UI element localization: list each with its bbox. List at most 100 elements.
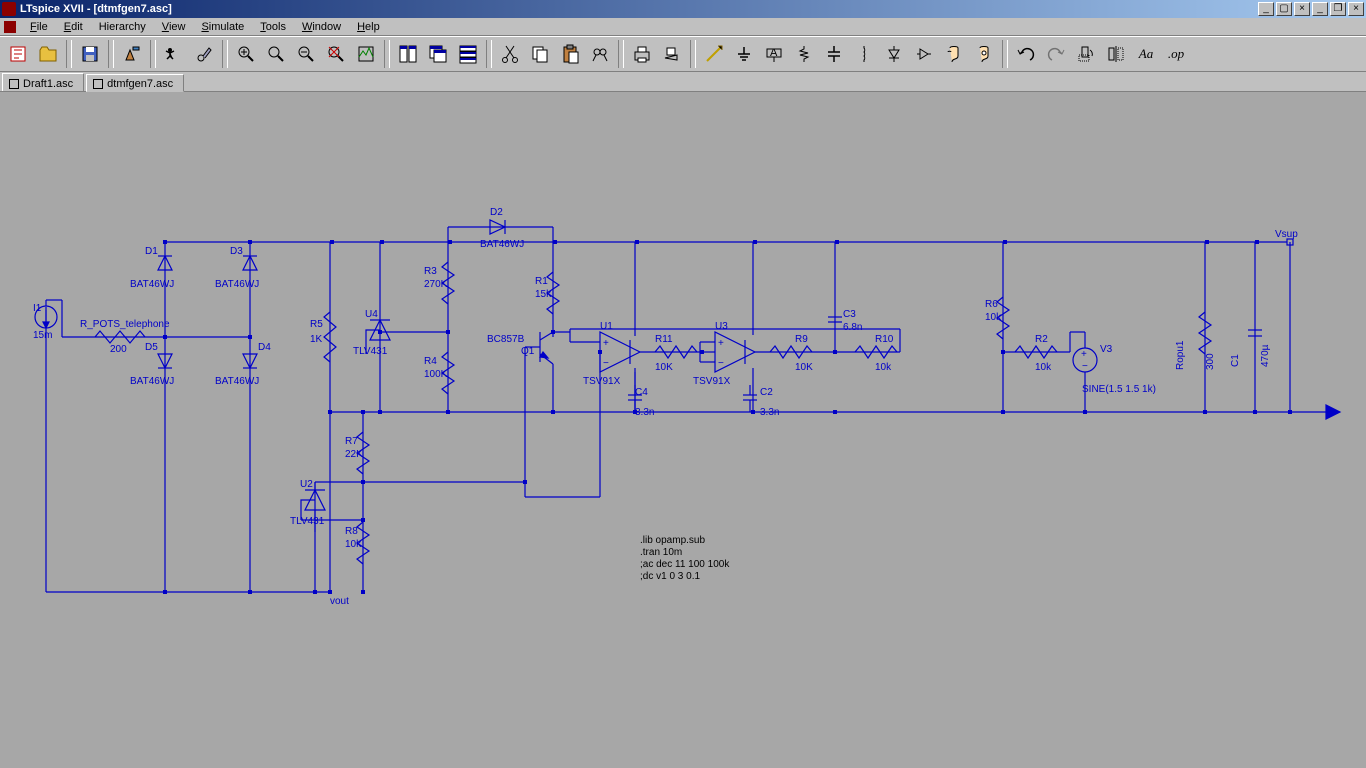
comp-U3: +− U3 TSV91X [693, 242, 755, 412]
print-button[interactable] [628, 40, 656, 68]
menu-view[interactable]: View [154, 19, 194, 35]
ref-C4: C4 [635, 387, 648, 398]
val-R8: 10k [345, 539, 362, 550]
val-C2: 3.3n [760, 407, 779, 418]
ref-R10: R10 [875, 334, 894, 345]
close-button[interactable]: × [1348, 2, 1364, 16]
spice-lib[interactable]: .lib opamp.sub [640, 535, 705, 546]
tab-draft1[interactable]: Draft1.asc [2, 73, 84, 91]
ref-R6: R6 [985, 299, 998, 310]
tab-dtmfgen7[interactable]: dtmfgen7.asc [86, 74, 184, 92]
val-R4: 100K [424, 369, 448, 380]
schematic-drawing: Vsup vout I1 15m R_POTS_telephone 200 D1… [0, 92, 1366, 768]
setup-button[interactable] [658, 40, 686, 68]
spice-ac[interactable]: ;ac dec 11 100 100k [640, 559, 729, 570]
tile-windows-button[interactable] [394, 40, 422, 68]
save-button[interactable] [76, 40, 104, 68]
ref-I1: I1 [33, 303, 42, 314]
window-title: LTspice XVII - [dtmfgen7.asc] [20, 3, 1256, 15]
control-panel-button[interactable] [118, 40, 146, 68]
val-R11: 10K [655, 362, 673, 373]
val-R2: 10k [1035, 362, 1052, 373]
resistor-button[interactable] [790, 40, 818, 68]
minimize-button[interactable]: _ [1258, 2, 1274, 16]
schematic-icon [93, 79, 103, 89]
move-button[interactable] [940, 40, 968, 68]
run-button[interactable] [160, 40, 188, 68]
menu-tools[interactable]: Tools [252, 19, 294, 35]
label-net-button[interactable]: A [760, 40, 788, 68]
svg-text:−: − [718, 358, 724, 369]
copy-button[interactable] [526, 40, 554, 68]
menu-hierarchy[interactable]: Hierarchy [91, 19, 154, 35]
ref-R7: R7 [345, 436, 358, 447]
menu-window[interactable]: Window [294, 19, 349, 35]
ref-D1: D1 [145, 246, 158, 257]
val-C3: 6.8n [843, 322, 862, 333]
val-U4: TLV431 [353, 346, 388, 357]
mirror-button[interactable] [1102, 40, 1130, 68]
drag-button[interactable] [970, 40, 998, 68]
comp-D2: D2 BAT46WJ [448, 207, 553, 250]
open-button[interactable] [34, 40, 62, 68]
menu-file[interactable]: File [22, 19, 56, 35]
paste-button[interactable] [556, 40, 584, 68]
cascade-windows-button[interactable] [424, 40, 452, 68]
menu-edit[interactable]: Edit [56, 19, 91, 35]
new-schematic-button[interactable] [4, 40, 32, 68]
svg-text:A: A [770, 47, 778, 59]
schematic-canvas[interactable]: Vsup vout I1 15m R_POTS_telephone 200 D1… [0, 92, 1366, 768]
ground-button[interactable] [730, 40, 758, 68]
find-button[interactable] [586, 40, 614, 68]
ref-Rpots: R_POTS_telephone [80, 319, 170, 330]
val-U3: TSV91X [693, 376, 731, 387]
close-all-button[interactable] [454, 40, 482, 68]
svg-text:−: − [603, 358, 609, 369]
zoom-fit-button[interactable] [322, 40, 350, 68]
rotate-button[interactable] [1072, 40, 1100, 68]
comp-U2: U2 TLV431 [290, 479, 325, 532]
menu-simulate[interactable]: Simulate [193, 19, 252, 35]
close-child-button[interactable]: × [1294, 2, 1310, 16]
ref-U4: U4 [365, 309, 378, 320]
control-menu-icon[interactable] [4, 21, 16, 33]
val-I1: 15m [33, 330, 52, 341]
zoom-out-button[interactable] [292, 40, 320, 68]
app-icon [2, 2, 16, 16]
pan-button[interactable] [262, 40, 290, 68]
comp-D1: D1 BAT46WJ [130, 242, 174, 292]
spice-tran[interactable]: .tran 10m [640, 547, 682, 558]
ref-R1: R1 [535, 276, 548, 287]
maximize-button[interactable]: ▢ [1276, 2, 1292, 16]
val-R5: 1K [310, 334, 323, 345]
val-R3: 270K [424, 279, 448, 290]
undo-button[interactable] [1012, 40, 1040, 68]
autorange-button[interactable] [352, 40, 380, 68]
spice-directive-button[interactable]: .op [1162, 40, 1190, 68]
zoom-in-button[interactable] [232, 40, 260, 68]
val-Rpots: 200 [110, 344, 127, 355]
spice-dc[interactable]: ;dc v1 0 3 0.1 [640, 571, 700, 582]
ref-R9: R9 [795, 334, 808, 345]
val-C1: 470µ [1260, 344, 1271, 367]
ref-R4: R4 [424, 356, 437, 367]
capacitor-button[interactable] [820, 40, 848, 68]
net-vout: vout [330, 596, 349, 607]
draw-wire-button[interactable] [700, 40, 728, 68]
minimize2-button[interactable]: _ [1312, 2, 1328, 16]
diode-button[interactable] [880, 40, 908, 68]
title-bar: LTspice XVII - [dtmfgen7.asc] _ ▢ × _ ❐ … [0, 0, 1366, 18]
cut-button[interactable] [496, 40, 524, 68]
document-tabs: Draft1.asc dtmfgen7.asc [0, 72, 1366, 92]
val-R1: 15k [535, 289, 552, 300]
ref-D4: D4 [258, 342, 271, 353]
ref-Ropu1: Ropu1 [1175, 340, 1186, 370]
text-button[interactable]: Aa [1132, 40, 1160, 68]
inductor-button[interactable] [850, 40, 878, 68]
redo-button[interactable] [1042, 40, 1070, 68]
halt-button[interactable] [190, 40, 218, 68]
menu-help[interactable]: Help [349, 19, 388, 35]
restore-button[interactable]: ❐ [1330, 2, 1346, 16]
ref-U1: U1 [600, 321, 613, 332]
component-button[interactable] [910, 40, 938, 68]
